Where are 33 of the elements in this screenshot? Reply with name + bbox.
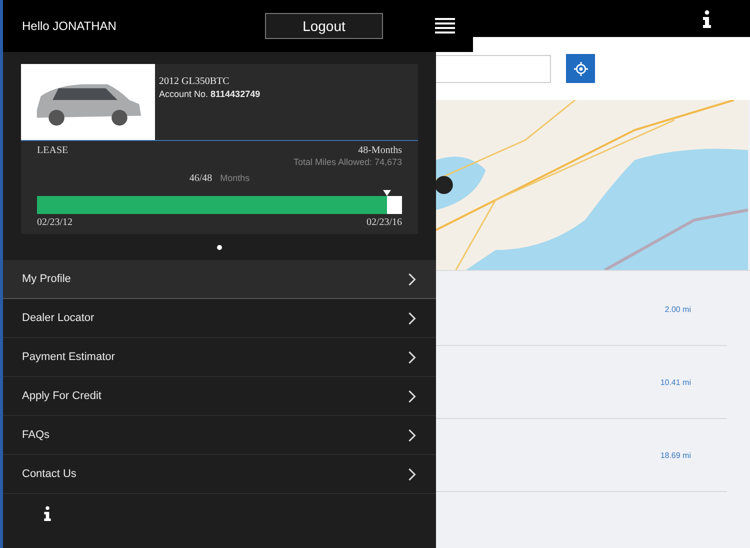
greeting-text: Hello JONATHAN [22, 19, 118, 33]
menu-item[interactable]: My Profile [3, 260, 436, 299]
menu-item[interactable]: Apply For Credit [3, 377, 436, 416]
months-label: Months [220, 173, 250, 183]
search-field[interactable] [436, 54, 551, 82]
chevron-icon [408, 390, 416, 402]
logout-button[interactable]: Logout [265, 13, 383, 39]
lease-term: 48-Months [358, 145, 402, 156]
menu-icon[interactable] [435, 18, 455, 34]
start-date: 02/23/12 [37, 217, 73, 228]
distance-text: 2.00 mi [664, 304, 691, 314]
chevron-icon [408, 272, 416, 286]
distance-text: 18.69 mi [660, 450, 691, 460]
menu-item[interactable]: Contact Us [3, 455, 436, 494]
chevron-icon [408, 428, 416, 442]
menu-item[interactable]: Payment Estimator [3, 338, 436, 377]
months-count: 46/48 [189, 173, 212, 184]
info-icon[interactable] [43, 506, 52, 521]
locate-button[interactable] [566, 54, 595, 83]
total-miles-text: Total Miles Allowed: 74,673 [293, 157, 403, 167]
account-number: Account No. 8114432749 [159, 89, 260, 99]
end-date: 02/23/16 [366, 217, 402, 228]
chevron-icon [408, 350, 416, 364]
menu-item[interactable]: Dealer Locator [3, 299, 436, 338]
chevron-icon [408, 468, 416, 480]
target-icon [574, 62, 588, 76]
vehicle-model: 2012 GL350BTC [159, 76, 230, 87]
lease-type: LEASE [37, 145, 68, 156]
info-icon[interactable] [702, 10, 712, 28]
page-dot[interactable] [217, 244, 222, 250]
distance-text: 10.41 mi [660, 378, 691, 386]
chevron-icon [408, 312, 416, 324]
menu-item[interactable]: FAQs [3, 416, 436, 455]
